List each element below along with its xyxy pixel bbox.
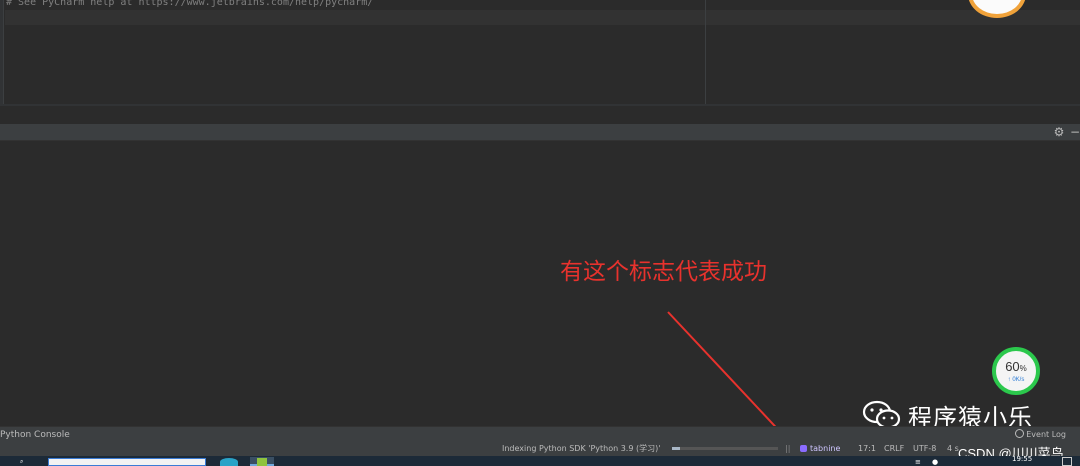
status-bar: Indexing Python SDK 'Python 3.9 (学习)' ||…: [0, 442, 1080, 456]
event-log-button[interactable]: Event Log: [1015, 428, 1066, 442]
tray-icon-wechat[interactable]: ●: [932, 458, 942, 466]
annotation-text: 有这个标志代表成功: [560, 259, 767, 285]
pycharm-taskbar-icon[interactable]: [250, 457, 274, 466]
tabnine-icon: [800, 445, 807, 452]
current-line-highlight: [5, 10, 1080, 25]
indexing-progress-bar: [672, 447, 778, 450]
gear-icon[interactable]: ⚙: [1052, 125, 1066, 139]
minimize-icon[interactable]: −: [1070, 125, 1080, 139]
python-console-output[interactable]: [0, 142, 1080, 426]
network-speed-widget[interactable]: 60% ↑ 0K/s: [992, 347, 1040, 395]
tab-python-console[interactable]: Python Console: [0, 428, 70, 442]
notification-icon[interactable]: [1062, 457, 1072, 466]
caret-position[interactable]: 17:1: [858, 442, 876, 456]
taskbar: ⌕ ≡ ● 19:55: [0, 456, 1080, 466]
speed-rate: ↑ 0K/s: [1007, 377, 1025, 383]
tabnine-label: tabnine: [810, 444, 841, 453]
pycharm-icon: [257, 458, 267, 466]
pause-icon[interactable]: ||: [785, 442, 790, 456]
editor-comment-line[interactable]: # See PyCharm help at https://www.jetbra…: [6, 0, 706, 8]
taskbar-search-input[interactable]: [48, 458, 206, 466]
splitter[interactable]: [0, 106, 1080, 124]
start-icon[interactable]: ⌕: [20, 459, 34, 465]
tool-window-header: ⚙ −: [0, 124, 1080, 141]
tool-window-strip: Python Console Event Log: [0, 426, 1080, 442]
editor-gutter[interactable]: [0, 0, 4, 106]
code-editor[interactable]: # See PyCharm help at https://www.jetbra…: [0, 0, 1080, 106]
taskbar-clock[interactable]: 19:55: [1012, 456, 1032, 463]
file-encoding[interactable]: UTF-8: [913, 442, 936, 456]
edge-browser-icon[interactable]: [220, 458, 238, 466]
event-log-icon: [1015, 429, 1025, 438]
line-separator[interactable]: CRLF: [884, 442, 904, 456]
tray-icon-network[interactable]: ≡: [915, 458, 925, 466]
speed-percent: 60%: [1005, 359, 1027, 374]
indexing-status[interactable]: Indexing Python SDK 'Python 3.9 (学习)': [502, 442, 660, 456]
progress-fill: [672, 447, 681, 450]
tabnine-widget[interactable]: tabnine: [800, 442, 840, 456]
editor-right-margin: [705, 0, 706, 106]
event-log-label: Event Log: [1026, 430, 1066, 439]
